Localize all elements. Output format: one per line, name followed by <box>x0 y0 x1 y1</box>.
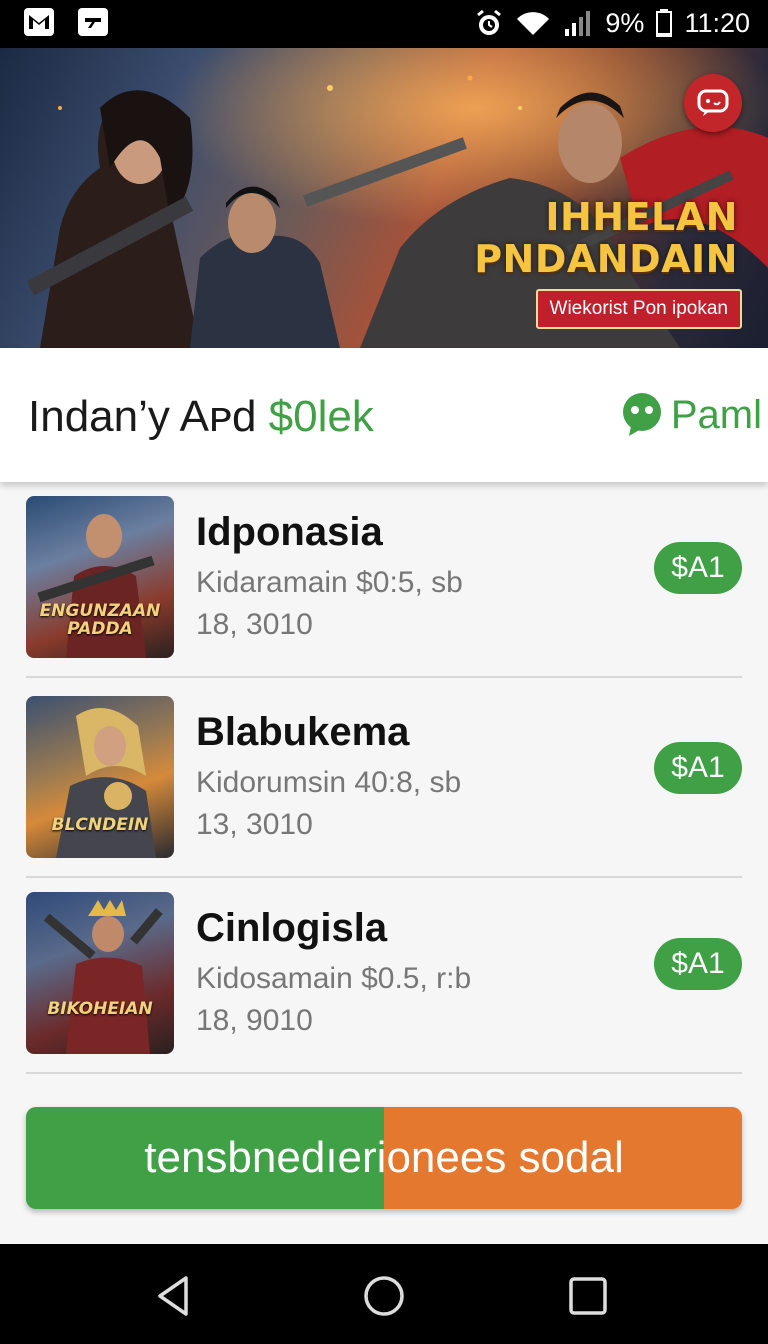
page-title: Indan’y Aᴘd $0lek <box>28 392 374 442</box>
game-thumbnail: BLCNDEIN <box>26 696 174 858</box>
price-badge[interactable]: $A1 <box>654 742 742 794</box>
alarm-icon <box>477 9 502 35</box>
item-date: 18, 9010 <box>196 1004 313 1037</box>
banner-chat-button[interactable] <box>684 74 742 132</box>
price-badge[interactable]: $A1 <box>654 542 742 594</box>
item-subtitle: Kidaramain $0:5, sb <box>196 566 463 599</box>
divider <box>26 676 742 678</box>
battery-percent: 9% <box>605 7 645 38</box>
item-name: Cinlogisla <box>196 906 388 950</box>
thumbnail-caption: BIKOHEIAN <box>47 999 153 1019</box>
item-date: 18, 3010 <box>196 608 313 641</box>
game-thumbnail: BIKOHEIAN <box>26 892 174 1054</box>
wifi-icon <box>517 12 550 35</box>
chat-icon <box>622 393 661 436</box>
item-name: Idponasia <box>196 510 383 554</box>
page-title-text: Indan’y Aᴘd <box>28 392 269 441</box>
signal-icon <box>565 11 591 36</box>
banner-title-line1: IHHELAN <box>545 195 738 239</box>
page-title-accent: $0lek <box>268 392 374 441</box>
page-header: Indan’y Aᴘd $0lek Paml <box>0 348 768 482</box>
status-bar: 9% 11:20 <box>0 0 768 48</box>
game-thumbnail: ENGUNZAAN PADDA <box>26 496 174 658</box>
item-name: Blabukema <box>196 710 410 754</box>
list-item[interactable]: BIKOHEIAN Cinlogisla Kidosamain $0.5, r:… <box>26 878 742 1074</box>
banner-title-line2: PNDANDAIN <box>474 237 738 281</box>
game-list: ENGUNZAAN PADDA Idponasia Kidaramain $0:… <box>0 482 768 1244</box>
thumbnail-caption: BLCNDEIN <box>51 815 149 835</box>
recents-icon[interactable] <box>566 1274 610 1318</box>
header-chat-button[interactable]: Paml <box>621 392 762 438</box>
price-badge[interactable]: $A1 <box>654 938 742 990</box>
item-subtitle: Kidosamain $0.5, r:b <box>196 962 472 995</box>
home-icon[interactable] <box>362 1274 406 1318</box>
banner-cta-button[interactable]: Wiekorist Pon ipokan <box>535 289 742 329</box>
list-item[interactable]: ENGUNZAAN PADDA Idponasia Kidaramain $0:… <box>26 482 742 678</box>
app-icon <box>78 8 108 36</box>
item-subtitle: Kidorumsin 40:8, sb <box>196 766 462 799</box>
back-icon[interactable] <box>152 1274 196 1318</box>
system-nav-bar <box>0 1244 768 1344</box>
banner-title: IHHELAN PNDANDAIN <box>474 196 738 280</box>
header-chat-label: Paml <box>670 392 762 437</box>
clock: 11:20 <box>684 7 750 38</box>
thumbnail-caption: ENGUNZAAN PADDA <box>39 601 161 639</box>
promo-banner[interactable]: IHHELAN PNDANDAIN Wiekorist Pon ipokan <box>0 48 768 348</box>
gmail-icon <box>24 8 54 36</box>
list-item[interactable]: BLCNDEIN Blabukema Kidorumsin 40:8, sb 1… <box>26 682 742 878</box>
primary-action-button[interactable]: tensbnedıerionees sodal <box>26 1107 742 1209</box>
divider <box>26 1072 742 1074</box>
item-date: 13, 3010 <box>196 808 313 841</box>
battery-icon <box>656 9 673 37</box>
chat-bubble-icon <box>697 89 729 116</box>
